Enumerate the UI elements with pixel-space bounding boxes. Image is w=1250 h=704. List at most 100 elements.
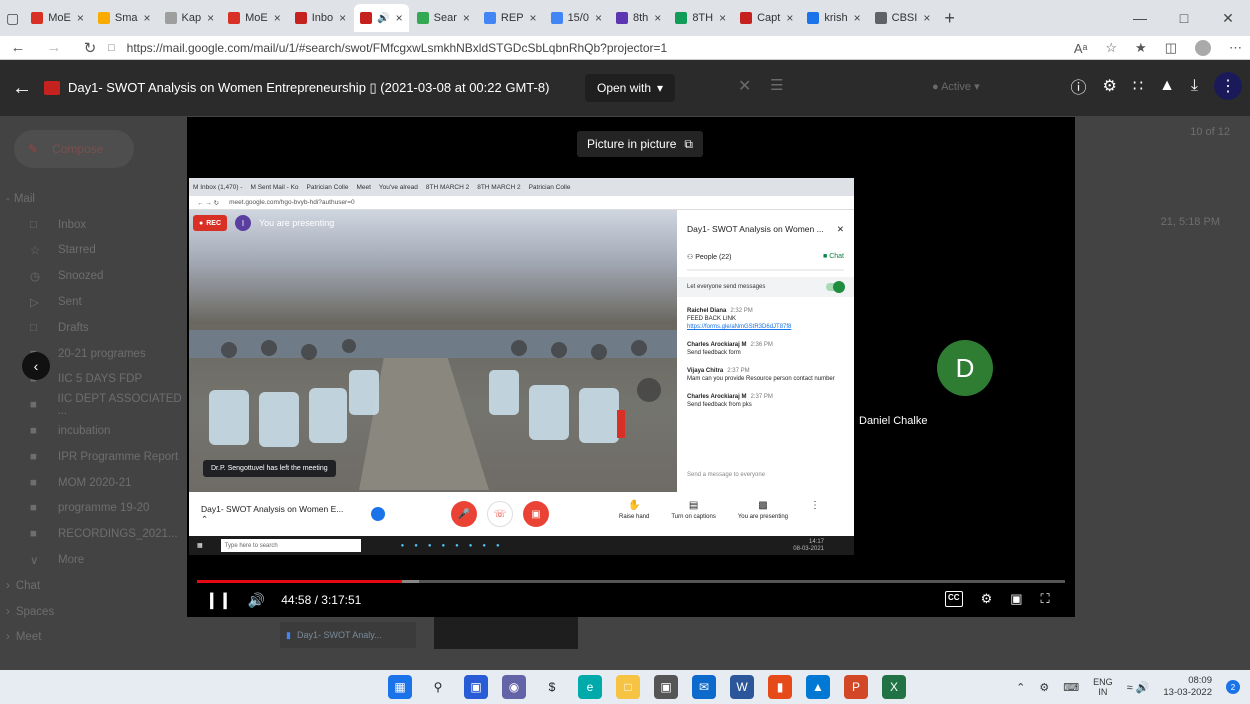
browser-tab[interactable]: MoE × [222,4,287,32]
tab-close-icon[interactable]: × [463,11,470,25]
favorite-icon[interactable]: ☆ [1105,40,1117,56]
sidebar-section-chat[interactable]: › Chat [0,573,190,599]
keyboard-icon[interactable]: ⌨ [1063,681,1079,694]
word-icon[interactable]: W [730,675,754,699]
tab-close-icon[interactable]: × [719,11,726,25]
settings-gear-icon[interactable]: ⚙ [1103,76,1117,96]
fullscreen-icon[interactable]: ⛶ [1041,591,1050,607]
excel-icon[interactable]: X [882,675,906,699]
tray-apps-icon[interactable]: ⚙ [1039,681,1049,694]
browser-tab[interactable]: 15/0 × [545,4,608,32]
browser-tab[interactable]: MoE × [25,4,90,32]
sidebar-item-more[interactable]: ∨ More [0,547,190,573]
volume-icon[interactable]: 🔊 [248,592,265,609]
tab-close-icon[interactable]: × [274,11,281,25]
store-icon[interactable]: ▣ [654,675,678,699]
mail-section-header[interactable]: - Mail [0,186,190,212]
tab-chat[interactable]: ■ Chat [823,253,844,261]
tab-close-icon[interactable]: × [595,11,602,25]
back-arrow-icon[interactable]: ← [0,39,36,56]
system-clock[interactable]: 08:09 13-03-2022 [1163,675,1212,699]
pause-icon[interactable]: ❙❙ [205,590,232,610]
language-indicator[interactable]: ENG IN [1093,677,1113,697]
wifi-volume-battery-icons[interactable]: ≈ 🔊 [1127,681,1150,694]
tab-close-icon[interactable]: × [923,11,930,25]
profile-avatar[interactable] [1195,40,1211,56]
photos-icon[interactable]: ▲ [806,675,830,699]
read-aloud-icon[interactable]: Aᵃ [1074,41,1088,56]
meeting-safety-icon[interactable] [371,507,385,521]
compose-button[interactable]: ✎ Compose [14,130,134,168]
sidebar-item-label-mom[interactable]: ■ MOM 2020-21 [0,470,190,496]
tab-close-icon[interactable]: × [854,11,861,25]
browser-tab[interactable]: REP × [478,4,543,32]
lock-icon[interactable]: □ [108,42,115,54]
sidebar-item-label-recordings[interactable]: ■ RECORDINGS_2021... [0,521,190,547]
sync-icon[interactable]: $ [540,675,564,699]
help-icon[interactable]: ⓘ [1071,74,1087,98]
tab-close-icon[interactable]: × [77,11,84,25]
browser-tab[interactable]: krish × [801,4,866,32]
tab-people[interactable]: ⚇ People (22) [687,253,731,261]
window-menu-icon[interactable]: ▢ [6,10,19,27]
sidebar-item-snoozed[interactable]: ◷ Snoozed [0,263,190,289]
teams-chat-icon[interactable]: ◉ [502,675,526,699]
restore-icon[interactable]: □ [1162,10,1206,26]
chat-send-input[interactable]: Send a message to everyone [687,472,765,478]
tab-audio-icon[interactable]: 🔊 [377,13,389,24]
sidebar-item-label-iic-dept[interactable]: ■ IIC DEPT ASSOCIATED ... [0,392,190,418]
tab-close-icon[interactable]: × [786,11,793,25]
present-button[interactable]: ▩ You are presenting [738,500,788,520]
task-view-icon[interactable]: ▣ [464,675,488,699]
tab-close-icon[interactable]: × [144,11,151,25]
new-tab-icon[interactable]: + [944,8,955,29]
close-panel-icon[interactable]: ✕ [837,224,844,235]
attachment-thumbnail[interactable] [434,617,578,649]
sidebar-item-drafts[interactable]: □ Drafts [0,315,190,341]
sidebar-item-label-programme[interactable]: ■ programme 19-20 [0,496,190,522]
mail-icon[interactable]: ✉ [692,675,716,699]
search-icon[interactable]: ⚲ [426,675,450,699]
browser-tab[interactable]: CBSI × [869,4,937,32]
meet-more-button[interactable]: ⋮ [810,500,820,520]
edge-icon[interactable]: e [578,675,602,699]
more-options-icon[interactable]: ⋮ [1214,72,1242,100]
minimize-icon[interactable]: — [1118,10,1162,26]
status-indicator[interactable]: ● Active ▾ [932,80,980,93]
close-icon[interactable]: ✕ [1206,10,1250,27]
start-icon[interactable]: ▦ [388,675,412,699]
collections-icon[interactable]: ◫ [1165,40,1177,56]
miniplayer-icon[interactable]: ▣ [1010,591,1022,607]
add-to-drive-icon[interactable]: ▲ [1159,77,1175,95]
close-viewer-arrow-icon[interactable]: ← [0,77,44,100]
sidebar-section-spaces[interactable]: › Spaces [0,599,190,625]
previous-attachment-button[interactable]: ‹ [22,352,50,380]
browser-tab[interactable]: 8th × [610,4,667,32]
send-messages-toggle[interactable] [826,281,845,293]
show-hidden-icons[interactable]: ⌃ [1016,681,1025,694]
chat-link[interactable]: https://forms.gle/aNmGStR3D6dJT87f8 [687,323,844,331]
tab-close-icon[interactable]: × [396,11,403,25]
sidebar-item-sent[interactable]: ▷ Sent [0,289,190,315]
filter-icon[interactable]: ☰ [770,76,783,94]
favorites-bar-icon[interactable]: ★ [1135,40,1147,56]
camera-off-button[interactable]: ▣ [523,501,549,527]
tab-close-icon[interactable]: × [207,11,214,25]
reload-icon[interactable]: ↻ [72,39,108,57]
browser-tab[interactable]: Inbo × [289,4,352,32]
url-field[interactable]: https://mail.google.com/mail/u/1/#search… [127,41,668,55]
meeting-title[interactable]: Day1- SWOT Analysis on Women E... ⌃ [201,504,351,525]
download-icon[interactable]: ⤓ [1191,77,1198,95]
video-progress-bar[interactable] [197,580,1065,583]
close-x-icon[interactable]: ✕ [738,76,751,96]
browser-tab[interactable]: 8TH × [669,4,732,32]
tab-close-icon[interactable]: × [654,11,661,25]
browser-tab[interactable]: Capt × [734,4,799,32]
attachment-chip[interactable]: ▮ Day1- SWOT Analy... [280,622,416,648]
picture-in-picture-button[interactable]: Picture in picture ⧉ [577,131,703,157]
captions-toggle-icon[interactable]: CC [945,591,963,607]
sidebar-item-label-ipr[interactable]: ■ IPR Programme Report [0,444,190,470]
sidebar-item-inbox[interactable]: □ Inbox [0,212,190,238]
browser-tab[interactable]: Sear × [411,4,476,32]
hang-up-button[interactable]: ☏ [487,501,513,527]
